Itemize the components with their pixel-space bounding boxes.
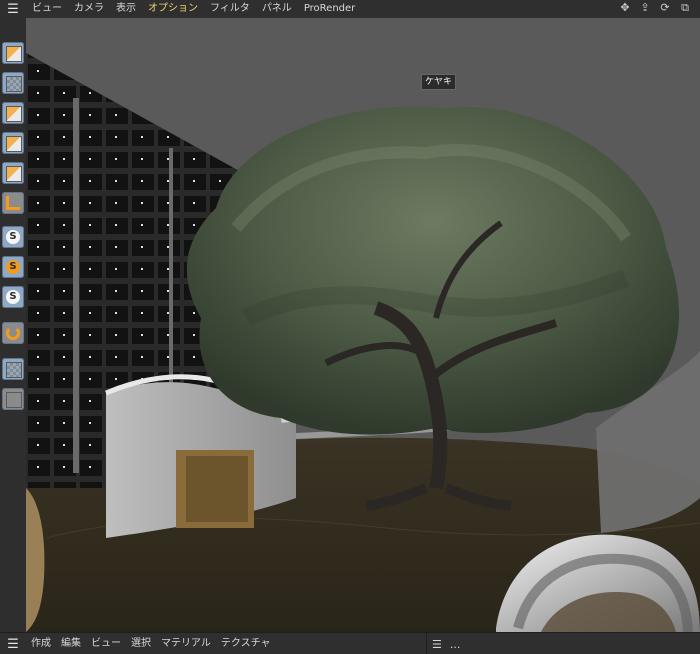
viewport-scene bbox=[26, 18, 700, 632]
maximize-icon[interactable]: ⧉ bbox=[678, 1, 692, 15]
menu-view[interactable]: ビュー bbox=[26, 0, 68, 18]
menu-select[interactable]: 選択 bbox=[126, 633, 156, 654]
cinema4d-window: ☰ ビュー カメラ 表示 オプション フィルタ パネル ProRender ✥ … bbox=[0, 0, 700, 654]
menu-options[interactable]: オプション bbox=[142, 0, 204, 18]
menu-hamburger-icon[interactable]: ☰ bbox=[0, 0, 26, 18]
right-panel-menu-icon[interactable]: ☰ bbox=[432, 638, 442, 651]
menu-filter[interactable]: フィルタ bbox=[204, 0, 256, 18]
face-cube-icon[interactable] bbox=[2, 162, 24, 184]
spline-white-icon-2[interactable] bbox=[2, 286, 24, 308]
move-icon[interactable]: ✥ bbox=[618, 1, 632, 15]
left-tool-palette bbox=[0, 18, 27, 632]
checker-cube-icon[interactable] bbox=[2, 72, 24, 94]
menu-texture[interactable]: テクスチャ bbox=[216, 633, 276, 654]
menu-material[interactable]: マテリアル bbox=[156, 633, 216, 654]
object-tag[interactable]: ケヤキ bbox=[421, 74, 457, 90]
edge-cube-icon[interactable] bbox=[2, 132, 24, 154]
right-panel: ☰ ... bbox=[432, 633, 460, 654]
menu-camera[interactable]: カメラ bbox=[68, 0, 110, 18]
bottom-panel-bar: ☰ 作成 編集 ビュー 選択 マテリアル テクスチャ ☰ ... bbox=[0, 632, 700, 654]
panel-divider bbox=[426, 633, 427, 654]
axis-icon[interactable] bbox=[2, 192, 24, 214]
viewport-menubar: ☰ ビュー カメラ 表示 オプション フィルタ パネル ProRender ✥ … bbox=[0, 0, 700, 19]
menu-create[interactable]: 作成 bbox=[26, 633, 56, 654]
viewport-nav-icons: ✥ ⇪ ⟳ ⧉ bbox=[618, 1, 692, 15]
3d-viewport[interactable]: ケヤキ bbox=[26, 18, 700, 632]
bottom-menu-hamburger-icon[interactable]: ☰ bbox=[0, 633, 26, 654]
spline-white-icon[interactable] bbox=[2, 226, 24, 248]
menu-view-bottom[interactable]: ビュー bbox=[86, 633, 126, 654]
menu-prorender[interactable]: ProRender bbox=[298, 0, 361, 18]
snap-grid-icon[interactable] bbox=[2, 358, 24, 380]
vertex-cube-icon[interactable] bbox=[2, 102, 24, 124]
spline-orange-icon[interactable] bbox=[2, 256, 24, 278]
cube-icon[interactable] bbox=[2, 42, 24, 64]
right-panel-label: ... bbox=[449, 637, 461, 651]
menu-display[interactable]: 表示 bbox=[110, 0, 142, 18]
menu-edit[interactable]: 編集 bbox=[56, 633, 86, 654]
magnet-icon[interactable] bbox=[2, 322, 24, 344]
up-icon[interactable]: ⇪ bbox=[638, 1, 652, 15]
wireframe-grid-icon[interactable] bbox=[2, 388, 24, 410]
rotate-icon[interactable]: ⟳ bbox=[658, 1, 672, 15]
menu-panel[interactable]: パネル bbox=[256, 0, 298, 18]
